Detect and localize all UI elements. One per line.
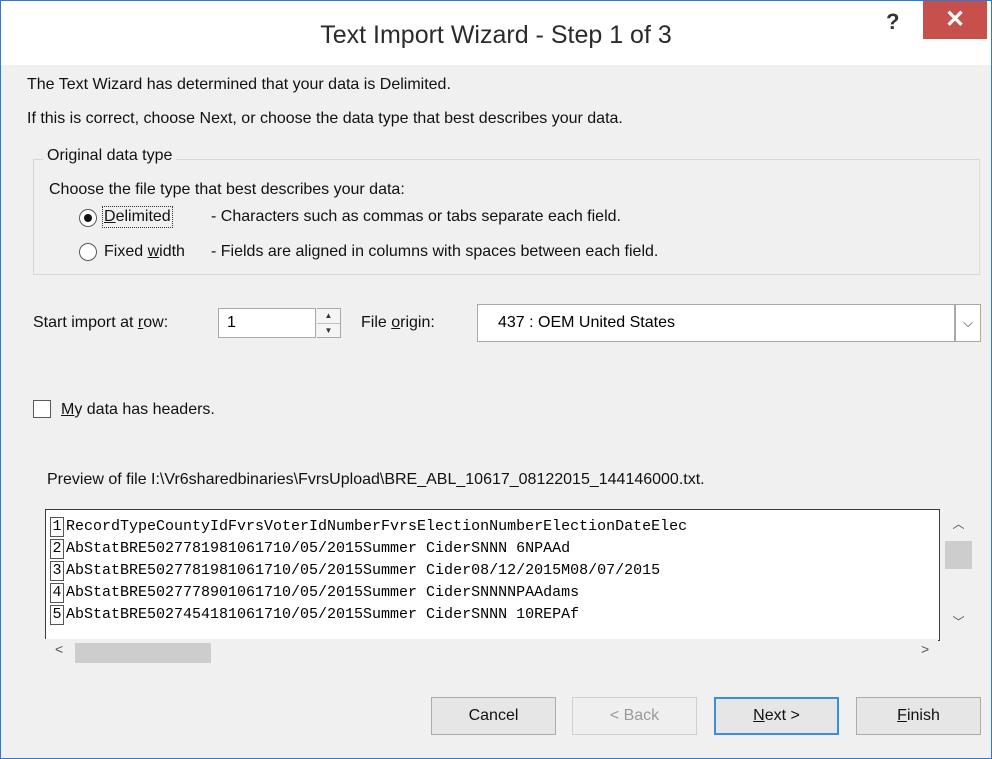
preview-row-text: AbStatBRE5027781981061710/05/2015Summer … (66, 562, 661, 579)
preview-row-number: 1 (50, 517, 64, 537)
file-type-prompt: Choose the file type that best describes… (49, 181, 405, 198)
scroll-left-icon[interactable]: < (55, 641, 63, 657)
text-import-wizard-dialog: Text Import Wizard - Step 1 of 3 ? ✕ The… (0, 0, 992, 759)
next-button[interactable]: Next > (714, 697, 839, 735)
delimited-description: - Characters such as commas or tabs sepa… (211, 208, 621, 225)
preview-row: 5 AbStatBRE5027454181061710/05/2015Summer… (46, 604, 939, 626)
fixed-width-label-accesskey: w (147, 243, 160, 260)
preview-row-text: AbStatBRE5027454181061710/05/2015Summer … (66, 606, 580, 623)
file-origin-select[interactable]: 437 : OEM United States (477, 304, 955, 342)
preview-pane[interactable]: 1 RecordTypeCountyIdFvrsVoterIdNumberFvrs… (45, 509, 940, 641)
intro-line-1: The Text Wizard has determined that your… (27, 76, 451, 93)
delimited-radio[interactable] (79, 209, 97, 227)
preview-row: 2 AbStatBRE5027781981061710/05/2015Summer… (46, 538, 939, 560)
preview-row: 4 AbStatBRE5027778901061710/05/2015Summer… (46, 582, 939, 604)
cancel-button[interactable]: Cancel (431, 697, 556, 735)
close-button[interactable]: ✕ (923, 1, 987, 39)
start-row-spinner[interactable]: ▲ ▼ (317, 308, 341, 338)
fixed-width-description: - Fields are aligned in columns with spa… (211, 243, 659, 260)
headers-checkbox-label[interactable]: My data has headers. (61, 401, 215, 419)
preview-horizontal-scrollbar[interactable]: < > (45, 639, 938, 665)
original-data-type-legend: Original data type (43, 147, 177, 165)
delimited-label-accesskey: D (104, 208, 116, 225)
scroll-up-icon[interactable]: ︿ (942, 515, 975, 532)
preview-row-number: 2 (50, 539, 64, 559)
title-bar[interactable]: Text Import Wizard - Step 1 of 3 ? ✕ (1, 1, 991, 65)
preview-row-number: 4 (50, 583, 64, 603)
fixed-width-radio[interactable] (79, 243, 97, 261)
preview-vertical-scrollbar[interactable]: ︿ ﹀ (942, 509, 975, 637)
scroll-down-icon[interactable]: ﹀ (942, 613, 975, 630)
help-button[interactable]: ? (886, 9, 899, 35)
preview-row-number: 3 (50, 561, 64, 581)
preview-row-text: AbStatBRE5027778901061710/05/2015Summer … (66, 584, 580, 601)
spin-down-icon[interactable]: ▼ (317, 324, 340, 338)
preview-row: 1 RecordTypeCountyIdFvrsVoterIdNumberFvrs… (46, 516, 939, 538)
finish-button[interactable]: Finish (856, 697, 981, 735)
start-import-label: Start import at row: (33, 314, 169, 331)
preview-file-label: Preview of file I:\Vr6sharedbinaries\Fvr… (47, 471, 705, 488)
vertical-scroll-thumb[interactable] (945, 541, 972, 569)
preview-row-text: AbStatBRE5027781981061710/05/2015Summer … (66, 540, 571, 557)
chevron-down-icon: ⌵ (963, 315, 973, 330)
close-icon: ✕ (944, 6, 966, 33)
preview-row-text: RecordTypeCountyIdFvrsVoterIdNumberFvrsE… (66, 518, 688, 535)
fixed-width-label[interactable]: Fixed width (104, 243, 185, 261)
back-button[interactable]: < Back (572, 697, 697, 735)
window-title: Text Import Wizard - Step 1 of 3 (320, 21, 672, 49)
spin-up-icon[interactable]: ▲ (317, 309, 340, 324)
start-row-input[interactable]: 1 (218, 308, 316, 338)
file-origin-label: File origin: (361, 314, 435, 331)
delimited-label[interactable]: Delimited (102, 206, 173, 228)
preview-row: 3 AbStatBRE5027781981061710/05/2015Summer… (46, 560, 939, 582)
horizontal-scroll-thumb[interactable] (75, 643, 211, 663)
scroll-right-icon[interactable]: > (921, 641, 929, 657)
file-origin-dropdown-button[interactable]: ⌵ (955, 304, 981, 342)
intro-line-2: If this is correct, choose Next, or choo… (27, 110, 623, 127)
preview-row-number: 5 (50, 605, 64, 625)
headers-checkbox[interactable] (33, 400, 51, 418)
